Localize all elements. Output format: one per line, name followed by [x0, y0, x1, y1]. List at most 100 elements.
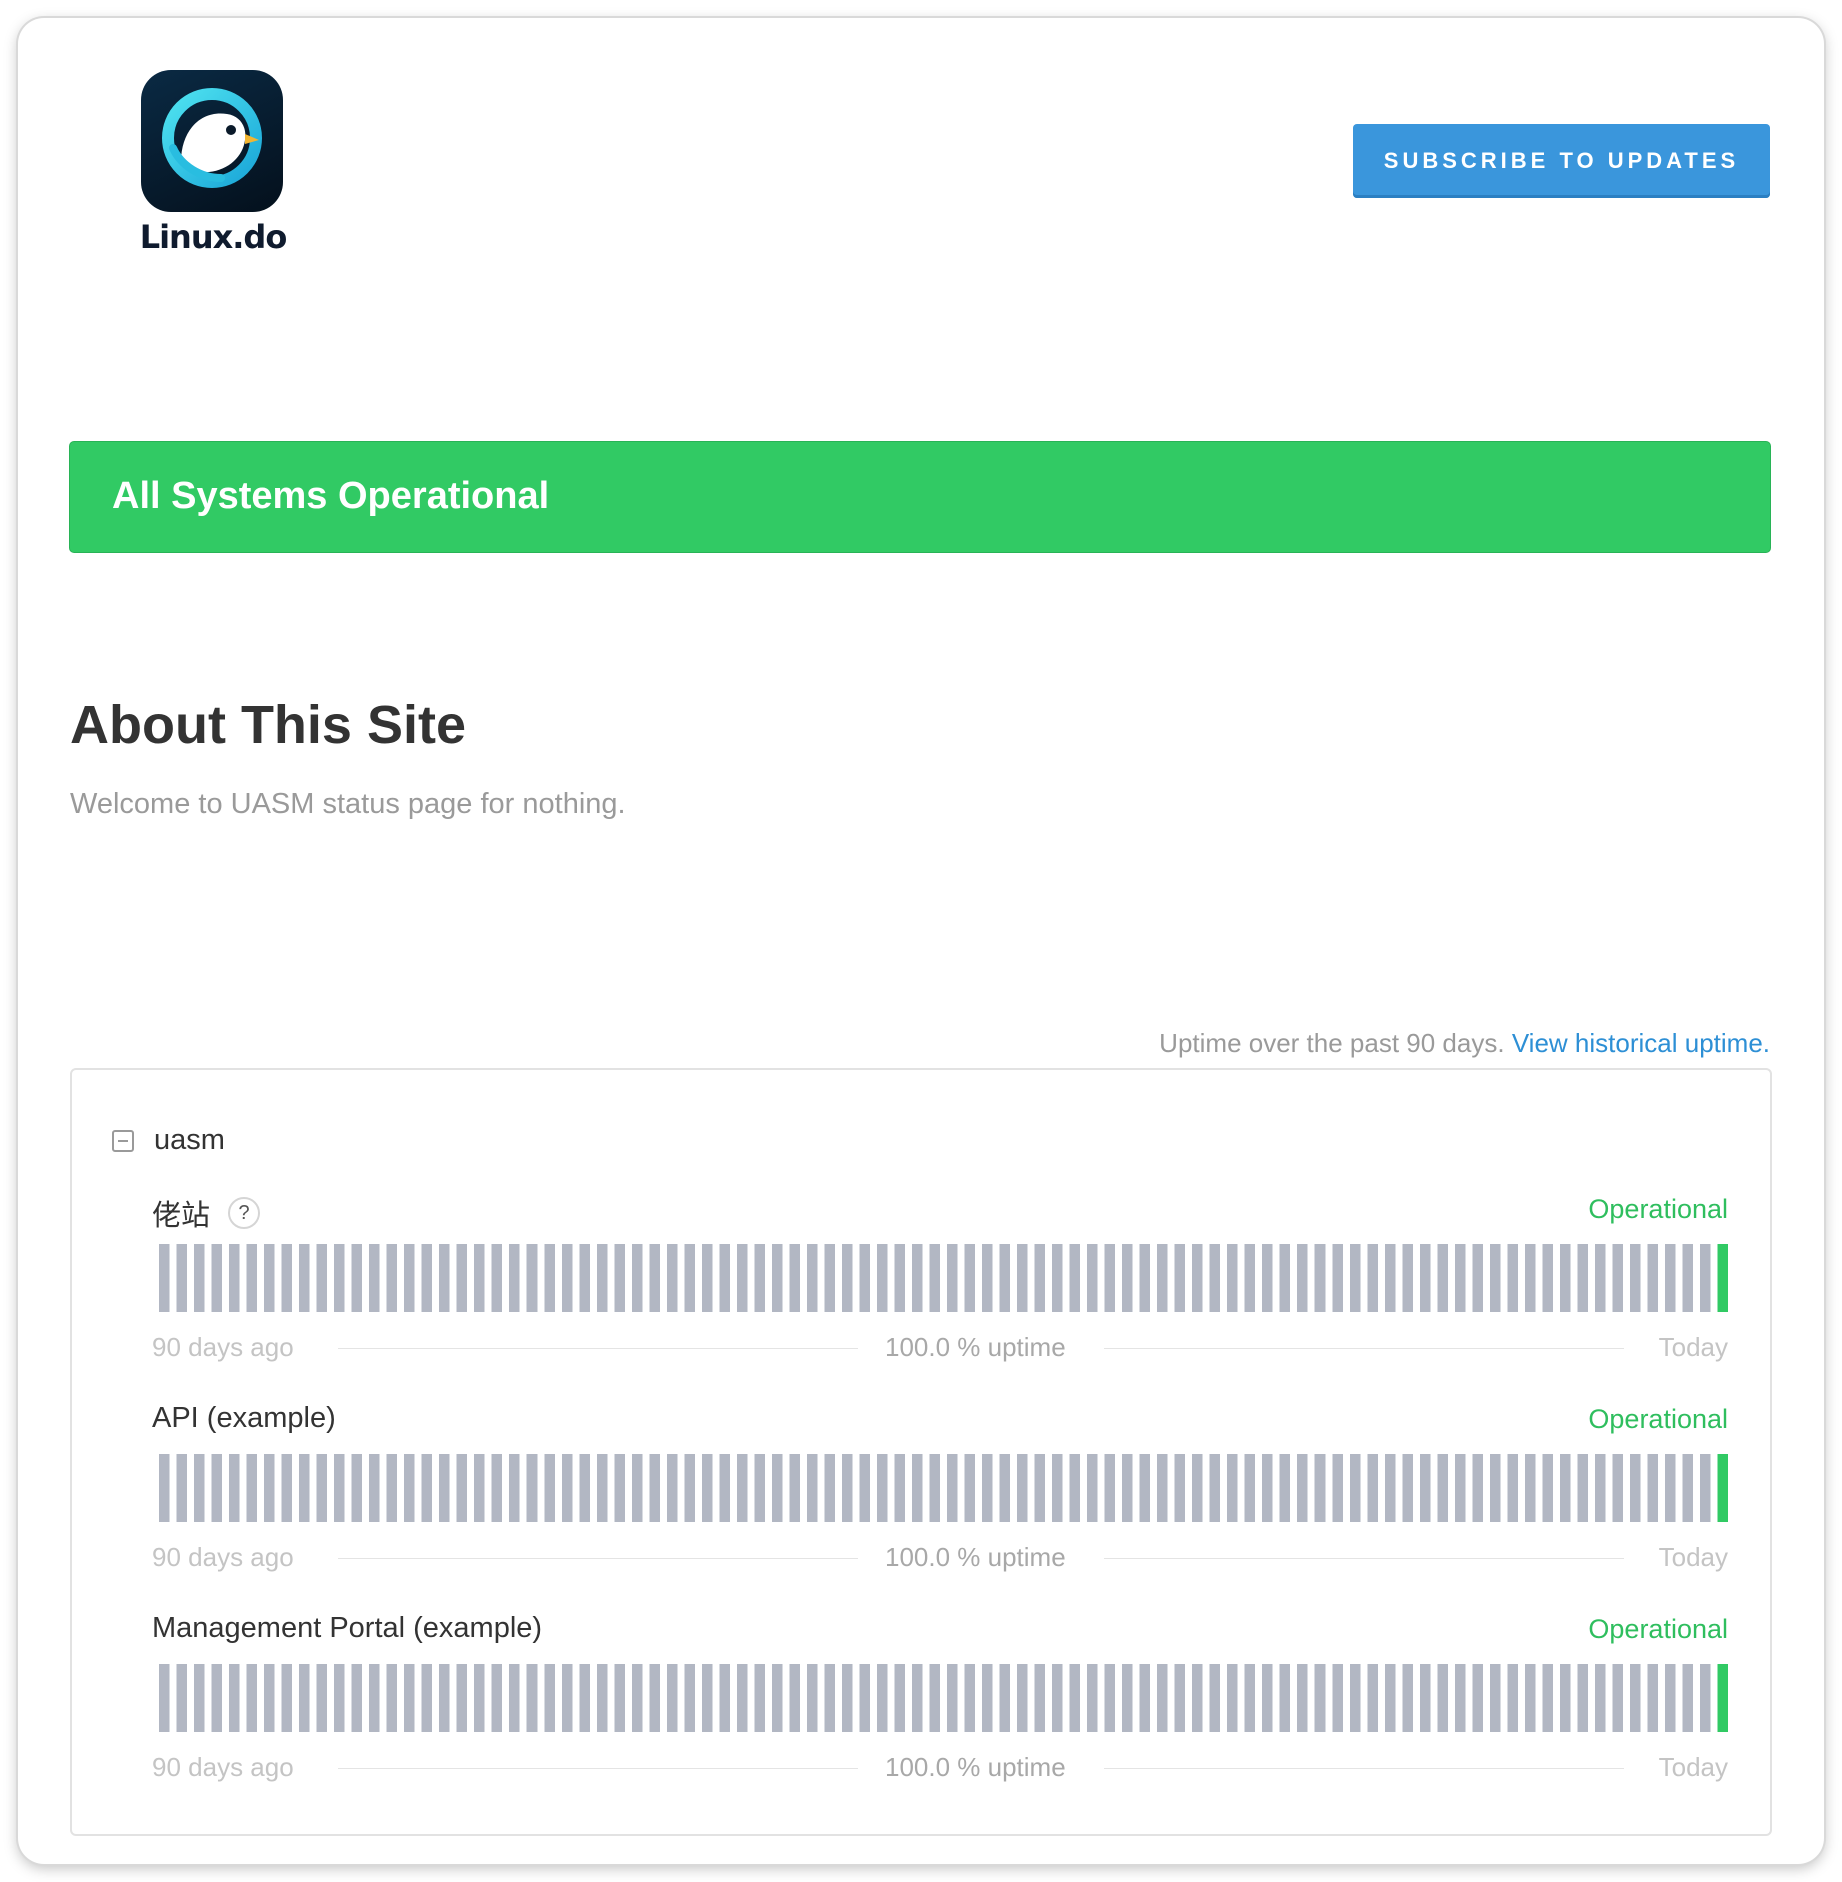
uptime-day-bar-no-data[interactable] [1209, 1454, 1221, 1522]
uptime-day-bar-no-data[interactable] [964, 1244, 976, 1312]
uptime-day-bar-no-data[interactable] [456, 1454, 468, 1522]
uptime-day-bar-no-data[interactable] [1297, 1664, 1308, 1732]
uptime-day-bar-no-data[interactable] [474, 1244, 485, 1312]
uptime-day-bar-no-data[interactable] [1577, 1454, 1588, 1522]
uptime-day-bar-no-data[interactable] [771, 1244, 783, 1312]
uptime-day-bar-no-data[interactable] [1139, 1454, 1151, 1522]
uptime-day-bar-no-data[interactable] [1052, 1454, 1063, 1522]
uptime-day-bar-no-data[interactable] [964, 1664, 976, 1732]
uptime-day-bar-no-data[interactable] [211, 1664, 223, 1732]
uptime-day-bar-no-data[interactable] [1017, 1664, 1028, 1732]
uptime-day-bar-no-data[interactable] [334, 1454, 345, 1522]
uptime-day-bar-no-data[interactable] [334, 1244, 345, 1312]
uptime-day-bar-no-data[interactable] [806, 1244, 818, 1312]
uptime-day-bar-no-data[interactable] [211, 1454, 223, 1522]
uptime-day-bar-no-data[interactable] [1489, 1664, 1501, 1732]
uptime-day-bar-no-data[interactable] [176, 1664, 188, 1732]
uptime-day-bar-no-data[interactable] [299, 1664, 310, 1732]
uptime-day-bar-no-data[interactable] [1157, 1454, 1168, 1522]
uptime-day-bar-no-data[interactable] [1087, 1454, 1098, 1522]
uptime-day-bar-no-data[interactable] [982, 1454, 993, 1522]
uptime-day-bar-no-data[interactable] [491, 1244, 503, 1312]
uptime-day-bar-no-data[interactable] [841, 1244, 853, 1312]
uptime-day-bar-no-data[interactable] [894, 1244, 905, 1312]
uptime-day-bar-no-data[interactable] [841, 1664, 853, 1732]
uptime-day-bar-no-data[interactable] [876, 1664, 888, 1732]
uptime-day-bar-no-data[interactable] [719, 1454, 730, 1522]
uptime-day-bar-no-data[interactable] [1489, 1454, 1501, 1522]
uptime-day-bar-no-data[interactable] [701, 1244, 713, 1312]
uptime-day-bar-no-data[interactable] [1122, 1454, 1133, 1522]
uptime-day-bar-no-data[interactable] [947, 1244, 958, 1312]
uptime-day-bar-no-data[interactable] [1227, 1454, 1238, 1522]
uptime-bars[interactable] [152, 1454, 1728, 1522]
uptime-day-bar-no-data[interactable] [1542, 1244, 1553, 1312]
uptime-day-bar-operational[interactable] [1717, 1664, 1728, 1732]
uptime-day-bar-no-data[interactable] [947, 1664, 958, 1732]
uptime-day-bar-no-data[interactable] [1069, 1664, 1081, 1732]
subscribe-button[interactable]: SUBSCRIBE TO UPDATES [1353, 124, 1770, 198]
uptime-day-bar-no-data[interactable] [159, 1454, 170, 1522]
uptime-day-bar-no-data[interactable] [596, 1454, 608, 1522]
uptime-day-bar-no-data[interactable] [684, 1244, 695, 1312]
uptime-day-bar-no-data[interactable] [1017, 1454, 1028, 1522]
uptime-day-bar-no-data[interactable] [421, 1244, 433, 1312]
uptime-day-bar-no-data[interactable] [1402, 1664, 1413, 1732]
uptime-day-bar-no-data[interactable] [1647, 1244, 1658, 1312]
uptime-day-bar-no-data[interactable] [561, 1244, 573, 1312]
uptime-day-bar-no-data[interactable] [386, 1244, 398, 1312]
uptime-day-bar-no-data[interactable] [316, 1244, 328, 1312]
uptime-day-bar-no-data[interactable] [1542, 1454, 1553, 1522]
uptime-day-bar-no-data[interactable] [736, 1664, 748, 1732]
uptime-day-bar-no-data[interactable] [631, 1244, 643, 1312]
uptime-day-bar-no-data[interactable] [1419, 1244, 1431, 1312]
uptime-day-bar-no-data[interactable] [614, 1454, 625, 1522]
uptime-day-bar-no-data[interactable] [1507, 1664, 1518, 1732]
uptime-day-bar-no-data[interactable] [771, 1454, 783, 1522]
uptime-day-bar-no-data[interactable] [1664, 1454, 1676, 1522]
uptime-day-bar-no-data[interactable] [999, 1244, 1011, 1312]
uptime-day-bar-no-data[interactable] [159, 1244, 170, 1312]
uptime-day-bar-no-data[interactable] [1122, 1244, 1133, 1312]
uptime-day-bar-no-data[interactable] [894, 1664, 905, 1732]
uptime-day-bar-no-data[interactable] [176, 1454, 188, 1522]
uptime-day-bar-no-data[interactable] [1647, 1664, 1658, 1732]
uptime-day-bar-no-data[interactable] [1507, 1454, 1518, 1522]
uptime-day-bar-no-data[interactable] [1192, 1454, 1203, 1522]
uptime-day-bar-no-data[interactable] [509, 1244, 520, 1312]
uptime-day-bar-no-data[interactable] [1157, 1244, 1168, 1312]
uptime-day-bar-no-data[interactable] [1559, 1454, 1571, 1522]
uptime-day-bar-no-data[interactable] [859, 1664, 870, 1732]
uptime-day-bar-no-data[interactable] [1384, 1454, 1396, 1522]
uptime-day-bar-no-data[interactable] [789, 1454, 800, 1522]
uptime-day-bar-no-data[interactable] [1699, 1664, 1711, 1732]
uptime-day-bar-no-data[interactable] [229, 1664, 240, 1732]
uptime-day-bar-no-data[interactable] [789, 1244, 800, 1312]
uptime-day-bar-no-data[interactable] [1629, 1244, 1641, 1312]
uptime-day-bar-no-data[interactable] [264, 1244, 275, 1312]
uptime-day-bar-no-data[interactable] [824, 1454, 835, 1522]
uptime-day-bar-no-data[interactable] [1209, 1664, 1221, 1732]
uptime-day-bar-no-data[interactable] [1174, 1244, 1186, 1312]
uptime-day-bar-no-data[interactable] [439, 1664, 450, 1732]
uptime-day-bar-no-data[interactable] [1577, 1664, 1588, 1732]
uptime-day-bar-no-data[interactable] [1437, 1454, 1448, 1522]
uptime-day-bar-no-data[interactable] [1594, 1454, 1606, 1522]
uptime-day-bar-no-data[interactable] [1682, 1664, 1693, 1732]
uptime-day-bar-no-data[interactable] [544, 1244, 555, 1312]
uptime-day-bar-no-data[interactable] [1087, 1244, 1098, 1312]
uptime-day-bar-no-data[interactable] [194, 1244, 205, 1312]
uptime-day-bar-no-data[interactable] [1192, 1664, 1203, 1732]
uptime-day-bar-no-data[interactable] [491, 1664, 503, 1732]
uptime-day-bar-no-data[interactable] [1227, 1244, 1238, 1312]
uptime-day-bar-no-data[interactable] [736, 1244, 748, 1312]
uptime-day-bar-no-data[interactable] [561, 1664, 573, 1732]
uptime-day-bar-no-data[interactable] [876, 1244, 888, 1312]
uptime-day-bar-no-data[interactable] [1139, 1664, 1151, 1732]
uptime-day-bar-no-data[interactable] [1594, 1664, 1606, 1732]
uptime-day-bar-no-data[interactable] [1122, 1664, 1133, 1732]
uptime-day-bar-no-data[interactable] [1402, 1244, 1413, 1312]
uptime-day-bar-no-data[interactable] [491, 1454, 503, 1522]
uptime-day-bar-no-data[interactable] [1244, 1454, 1256, 1522]
uptime-day-bar-no-data[interactable] [211, 1244, 223, 1312]
